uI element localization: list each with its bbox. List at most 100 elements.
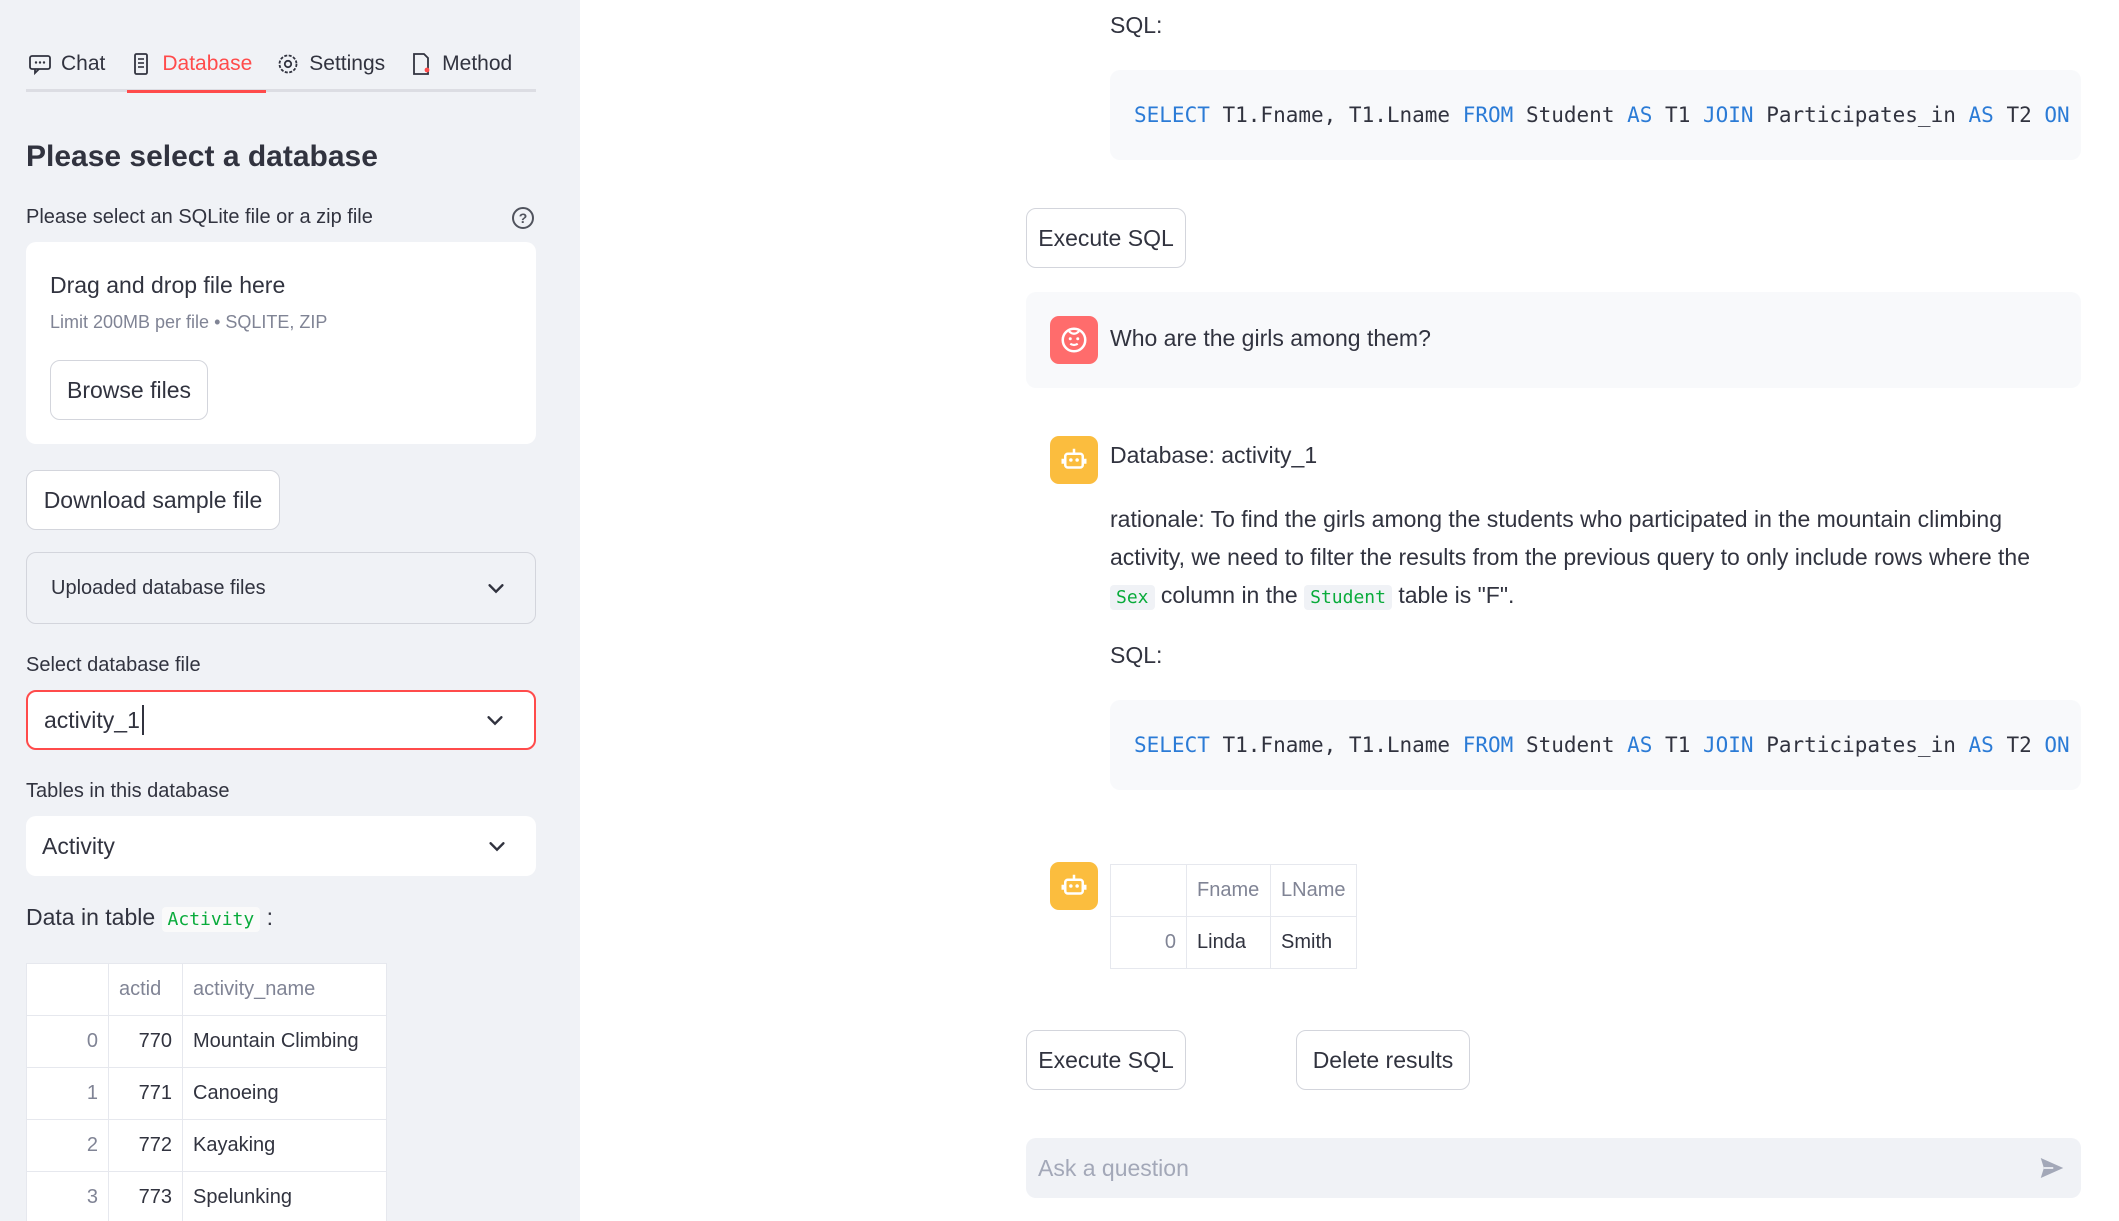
data-table-heading: Data in table Activity :	[26, 904, 273, 932]
table-cell[interactable]: 772	[108, 1119, 183, 1172]
sql-code-block[interactable]: SELECT T1.Fname, T1.Lname FROM Student A…	[1110, 70, 2081, 160]
table-header[interactable]	[1110, 864, 1187, 917]
table-row: 2 772 Kayaking	[26, 1119, 387, 1172]
sql-keyword: JOIN	[1702, 733, 1754, 757]
tab-database[interactable]: Database	[127, 38, 267, 93]
sql-text: T1.Fname, T1.Lname	[1209, 103, 1463, 127]
table-cell[interactable]: 770	[108, 1015, 183, 1068]
table-cell-index[interactable]: 0	[1110, 916, 1187, 969]
upload-label: Please select an SQLite file or a zip fi…	[26, 206, 373, 228]
sql-text: T	[2070, 733, 2081, 757]
table-header[interactable]: activity_name	[182, 963, 387, 1016]
sql-keyword: AS	[1968, 103, 1994, 127]
rationale-text: rationale: To find the girls among the s…	[1110, 500, 2080, 617]
tab-bar: Chat Database Settings Method	[26, 38, 536, 93]
table-cell-index[interactable]: 1	[26, 1067, 109, 1120]
delete-results-button[interactable]: Delete results	[1296, 1030, 1470, 1090]
table-row: 0 770 Mountain Climbing	[26, 1015, 387, 1068]
rationale-part: table is "F".	[1391, 582, 1515, 608]
help-icon[interactable]: ?	[512, 207, 534, 229]
sql-text: Participates_in	[1753, 733, 1969, 757]
table-select[interactable]: Activity	[26, 816, 536, 876]
dropzone-title: Drag and drop file here	[50, 272, 286, 298]
user-avatar	[1050, 316, 1098, 364]
table-select-value: Activity	[42, 832, 115, 859]
document-icon	[413, 53, 430, 75]
table-cell[interactable]: Kayaking	[182, 1119, 387, 1172]
sql-code-block[interactable]: SELECT T1.Fname, T1.Lname FROM Student A…	[1110, 700, 2081, 790]
rationale-part: rationale: To find the girls among the s…	[1110, 506, 2031, 570]
tab-settings[interactable]: Settings	[274, 38, 399, 90]
sql-keyword: AS	[1627, 733, 1653, 757]
robot-icon	[1061, 874, 1087, 895]
chevron-down-icon	[489, 842, 505, 852]
robot-icon	[1061, 448, 1087, 469]
tab-database-label: Database	[162, 52, 253, 75]
sql-text: Student	[1513, 733, 1628, 757]
sql-keyword: FROM	[1462, 733, 1514, 757]
chat-icon	[29, 55, 51, 76]
table-header[interactable]: Fname	[1186, 864, 1271, 917]
assistant-avatar	[1050, 436, 1098, 484]
tab-method-label: Method	[442, 52, 513, 75]
rationale-part: column in the	[1154, 582, 1305, 608]
database-select[interactable]: activity_1	[26, 690, 536, 750]
sidebar-title: Please select a database	[26, 140, 378, 173]
table-cell-index[interactable]: 2	[26, 1119, 109, 1172]
table-row: 0 Linda Smith	[1110, 916, 1357, 969]
download-sample-button[interactable]: Download sample file	[26, 470, 280, 530]
sql-text: Student	[1513, 103, 1628, 127]
table-header[interactable]: actid	[108, 963, 183, 1016]
rationale-code: Student	[1304, 585, 1392, 610]
sql-label: SQL:	[1110, 12, 1163, 38]
sql-keyword: AS	[1968, 733, 1994, 757]
activity-dataframe[interactable]: actid activity_name 0 770 Mountain Climb…	[26, 963, 387, 1221]
table-header[interactable]: LName	[1270, 864, 1357, 917]
table-header-row: actid activity_name	[26, 963, 387, 1016]
sql-keyword: AS	[1627, 103, 1653, 127]
sql-text: T2	[1993, 103, 2045, 127]
sql-keyword: SELECT	[1134, 103, 1210, 127]
tab-settings-label: Settings	[309, 52, 386, 75]
table-row: 1 771 Canoeing	[26, 1067, 387, 1120]
table-cell[interactable]: Mountain Climbing	[182, 1015, 387, 1068]
assistant-avatar	[1050, 862, 1098, 910]
tab-chat[interactable]: Chat	[26, 38, 119, 90]
table-header[interactable]	[26, 963, 109, 1016]
user-message-text: Who are the girls among them?	[1110, 325, 1431, 351]
table-cell[interactable]: Smith	[1270, 916, 1357, 969]
chat-input-placeholder: Ask a question	[1038, 1154, 1189, 1181]
sql-keyword: JOIN	[1702, 103, 1754, 127]
table-cell-index[interactable]: 3	[26, 1171, 109, 1221]
sql-text: T	[2070, 103, 2081, 127]
table-cell[interactable]: Canoeing	[182, 1067, 387, 1120]
table-cell[interactable]: Spelunking	[182, 1171, 387, 1221]
sql-text: T1	[1652, 103, 1703, 127]
sql-label: SQL:	[1110, 642, 1163, 668]
uploaded-files-expander[interactable]: Uploaded database files	[26, 552, 536, 624]
user-message: Who are the girls among them?	[1026, 292, 2081, 388]
result-dataframe[interactable]: Fname LName 0 Linda Smith	[1110, 864, 1357, 969]
table-cell[interactable]: 771	[108, 1067, 183, 1120]
sql-keyword: SELECT	[1134, 733, 1210, 757]
browse-files-button[interactable]: Browse files	[50, 360, 208, 420]
database-line: Database: activity_1	[1110, 442, 1318, 468]
table-header-row: Fname LName	[1110, 864, 1357, 917]
gear-icon	[278, 54, 298, 74]
tab-method[interactable]: Method	[407, 38, 526, 90]
rationale-code: Sex	[1110, 585, 1155, 610]
expander-label: Uploaded database files	[51, 576, 266, 599]
send-icon[interactable]	[2037, 1153, 2067, 1183]
database-icon	[134, 53, 149, 75]
file-dropzone[interactable]: Drag and drop file here Limit 200MB per …	[26, 242, 536, 444]
table-row: 3 773 Spelunking	[26, 1171, 387, 1221]
tables-label: Tables in this database	[26, 780, 230, 802]
table-cell[interactable]: Linda	[1186, 916, 1271, 969]
database-select-value: activity_1	[44, 706, 140, 733]
face-icon	[1061, 327, 1087, 353]
table-cell-index[interactable]: 0	[26, 1015, 109, 1068]
chat-input[interactable]: Ask a question	[1026, 1138, 2081, 1198]
execute-sql-button[interactable]: Execute SQL	[1026, 208, 1186, 268]
table-cell[interactable]: 773	[108, 1171, 183, 1221]
execute-sql-button[interactable]: Execute SQL	[1026, 1030, 1186, 1090]
